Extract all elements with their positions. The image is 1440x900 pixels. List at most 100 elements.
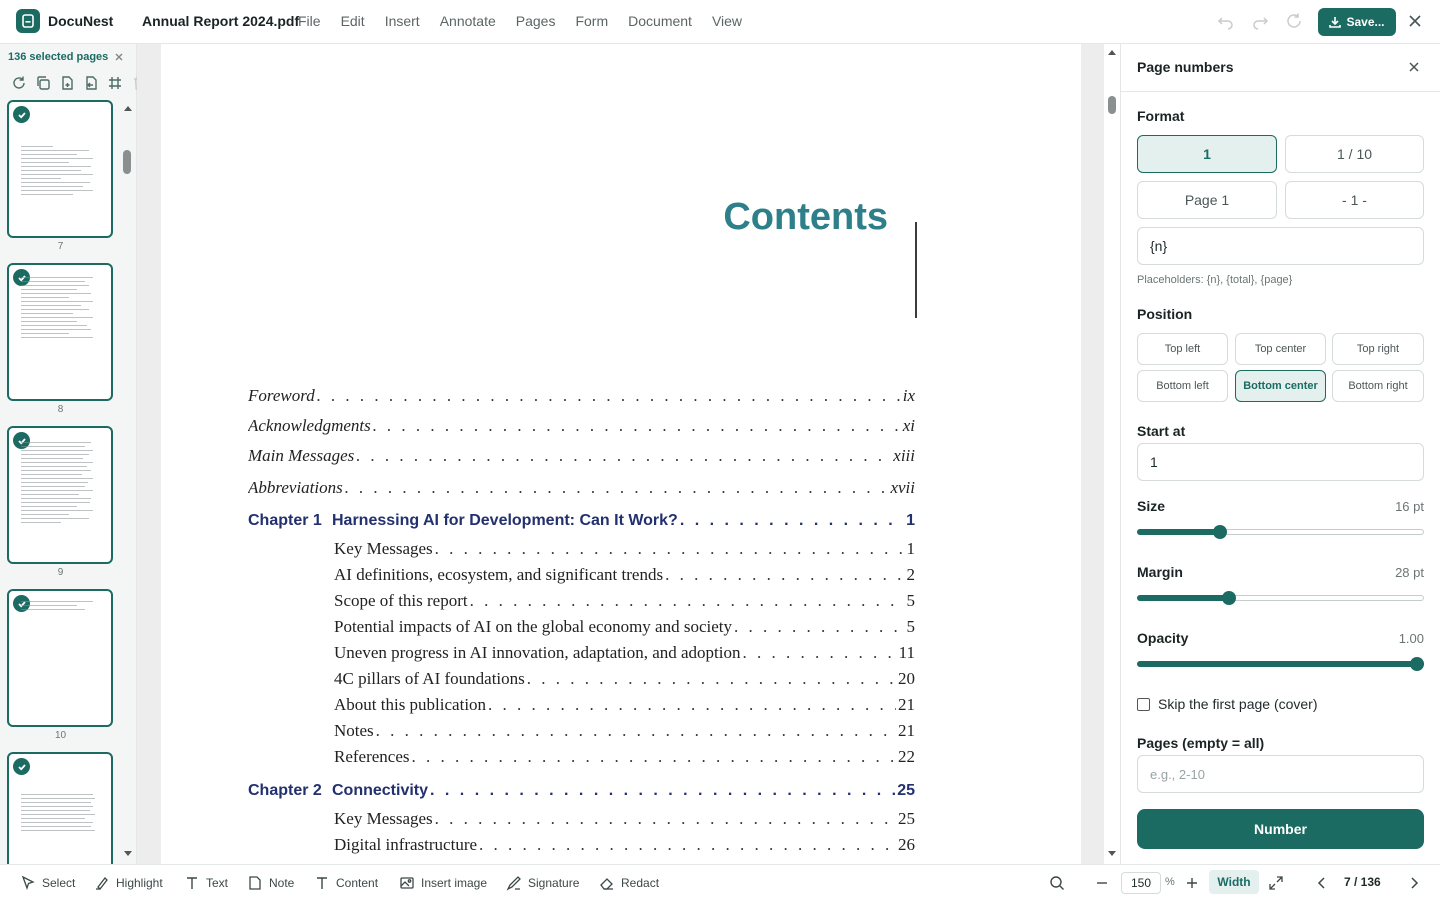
thumbnail-scrollbar[interactable] xyxy=(121,100,135,864)
tool-signature[interactable]: Signature xyxy=(506,875,579,891)
format-option-fraction[interactable]: 1 / 10 xyxy=(1285,135,1424,173)
toc-chapter-entry[interactable]: Chapter 2 Connectivity. . . . . . . . . .… xyxy=(248,782,915,806)
size-slider[interactable] xyxy=(1137,525,1424,539)
start-at-input[interactable]: 1 xyxy=(1137,443,1424,481)
position-label: Position xyxy=(1137,306,1193,322)
toc-entry[interactable]: Abbreviations. . . . . . . . . . . . . .… xyxy=(248,478,915,502)
page-thumbnail[interactable] xyxy=(7,263,113,401)
app-brand: DocuNest xyxy=(48,13,114,29)
menu-view[interactable]: View xyxy=(712,13,742,29)
menu-annotate[interactable]: Annotate xyxy=(440,13,496,29)
toc-entry[interactable]: Key Messages. . . . . . . . . . . . . . … xyxy=(334,809,915,833)
tool-redact[interactable]: Redact xyxy=(599,875,659,891)
toc-entry[interactable]: References. . . . . . . . . . . . . . . … xyxy=(334,747,915,771)
save-button[interactable]: Save... xyxy=(1318,8,1396,36)
thumbnail-number: 7 xyxy=(57,241,64,252)
zoom-in-icon[interactable] xyxy=(1184,875,1200,891)
tool-redact-label: Redact xyxy=(621,876,660,890)
toc-entry[interactable]: 4C pillars of AI foundations. . . . . . … xyxy=(334,669,915,693)
thumbnail-list[interactable]: 7 8 9 10 xyxy=(0,100,121,864)
toc-page-number: 21 xyxy=(898,721,915,740)
menu-edit[interactable]: Edit xyxy=(341,13,365,29)
toc-entry-title: Harnessing AI for Development: Can It Wo… xyxy=(332,512,678,529)
page-thumbnail[interactable] xyxy=(7,589,113,727)
chevron-left-icon[interactable] xyxy=(1314,875,1330,891)
search-icon[interactable] xyxy=(1049,875,1065,891)
clear-selection-icon[interactable] xyxy=(114,52,124,62)
menu-insert[interactable]: Insert xyxy=(385,13,420,29)
toc-entry[interactable]: Uneven progress in AI innovation, adapta… xyxy=(334,643,915,667)
toc-page-number: 5 xyxy=(906,591,916,610)
toc-entry[interactable]: Main Messages. . . . . . . . . . . . . .… xyxy=(248,446,915,470)
size-slider-handle[interactable] xyxy=(1213,525,1228,539)
opacity-slider-handle[interactable] xyxy=(1410,657,1424,671)
close-icon[interactable] xyxy=(1408,61,1420,73)
tool-content[interactable]: Content xyxy=(314,875,378,891)
opacity-slider[interactable] xyxy=(1137,657,1424,671)
skip-first-page-checkbox[interactable] xyxy=(1137,697,1150,711)
toc-page-number: 2 xyxy=(906,565,916,584)
format-option-page[interactable]: Page 1 xyxy=(1137,181,1277,219)
menu-document[interactable]: Document xyxy=(628,13,692,29)
tool-select[interactable]: Select xyxy=(20,875,75,891)
position-bottom-center[interactable]: Bottom center xyxy=(1235,370,1326,402)
toc-entry[interactable]: AI definitions, ecosystem, and significa… xyxy=(334,565,915,589)
zoom-out-icon[interactable] xyxy=(1094,875,1110,891)
save-button-label: Save... xyxy=(1346,15,1385,29)
rotate-icon[interactable] xyxy=(11,75,27,91)
toc-entry-title: Main Messages xyxy=(248,446,355,465)
viewer-scroll-handle[interactable] xyxy=(1108,96,1116,114)
margin-slider[interactable] xyxy=(1137,591,1424,605)
opacity-label: Opacity xyxy=(1137,630,1189,646)
tool-note[interactable]: Note xyxy=(247,875,294,891)
toc-entry[interactable]: Notes. . . . . . . . . . . . . . . . . .… xyxy=(334,721,915,745)
toc-entry[interactable]: Scope of this report. . . . . . . . . . … xyxy=(334,591,915,615)
page-thumbnail[interactable] xyxy=(7,752,113,864)
position-top-left[interactable]: Top left xyxy=(1137,333,1228,365)
apply-numbering-button[interactable]: Number xyxy=(1137,809,1424,849)
fullscreen-icon[interactable] xyxy=(1268,875,1284,891)
toc-entry[interactable]: Key Messages. . . . . . . . . . . . . . … xyxy=(334,539,915,563)
page-thumbnail[interactable] xyxy=(7,426,113,564)
refresh-icon[interactable] xyxy=(1285,12,1303,30)
extract-icon[interactable] xyxy=(83,75,99,91)
margin-slider-handle[interactable] xyxy=(1221,591,1236,605)
grid-icon[interactable] xyxy=(107,75,123,91)
skip-first-page-option[interactable]: Skip the first page (cover) xyxy=(1137,696,1318,712)
tool-highlight[interactable]: Highlight xyxy=(94,875,163,891)
toc-entry[interactable]: Digital infrastructure. . . . . . . . . … xyxy=(334,835,915,859)
page-thumbnails-sidebar: 136 selected pages 7 8 9 10 xyxy=(0,44,144,864)
format-option-dashed[interactable]: - 1 - xyxy=(1285,181,1424,219)
format-option-plain[interactable]: 1 xyxy=(1137,135,1277,173)
position-bottom-left[interactable]: Bottom left xyxy=(1137,370,1228,402)
redo-icon[interactable] xyxy=(1251,12,1269,30)
tool-insert-image[interactable]: Insert image xyxy=(399,875,487,891)
page-thumbnail[interactable] xyxy=(7,100,113,238)
toc-entry[interactable]: Foreword. . . . . . . . . . . . . . . . … xyxy=(248,386,915,410)
scroll-up-icon[interactable] xyxy=(1107,48,1117,56)
position-top-right[interactable]: Top right xyxy=(1332,333,1424,365)
copy-icon[interactable] xyxy=(35,75,51,91)
menu-file[interactable]: File xyxy=(298,13,321,29)
pages-range-input[interactable]: e.g., 2-10 xyxy=(1137,755,1424,793)
toc-entry[interactable]: Potential impacts of AI on the global ec… xyxy=(334,617,915,641)
fit-width-button[interactable]: Width xyxy=(1209,870,1259,894)
position-top-center[interactable]: Top center xyxy=(1235,333,1326,365)
position-bottom-right[interactable]: Bottom right xyxy=(1332,370,1424,402)
toc-chapter-entry[interactable]: Chapter 1 Harnessing AI for Development: … xyxy=(248,512,915,536)
duplicate-icon[interactable] xyxy=(59,75,75,91)
close-icon[interactable] xyxy=(1407,13,1423,29)
toc-entry[interactable]: About this publication. . . . . . . . . … xyxy=(334,695,915,719)
chevron-right-icon[interactable] xyxy=(1406,875,1422,891)
toc-entry[interactable]: Acknowledgments. . . . . . . . . . . . .… xyxy=(248,416,915,440)
undo-icon[interactable] xyxy=(1217,12,1235,30)
zoom-input[interactable]: 150 xyxy=(1121,872,1161,894)
toc-entry-title: Scope of this report xyxy=(334,591,468,610)
thumbnail-scroll-handle[interactable] xyxy=(123,150,131,174)
viewer-scrollbar[interactable] xyxy=(1104,44,1120,864)
format-template-input[interactable]: {n} xyxy=(1137,227,1424,265)
menu-pages[interactable]: Pages xyxy=(516,13,556,29)
menu-form[interactable]: Form xyxy=(575,13,608,29)
tool-text[interactable]: Text xyxy=(184,875,228,891)
scroll-down-icon[interactable] xyxy=(1107,850,1117,858)
